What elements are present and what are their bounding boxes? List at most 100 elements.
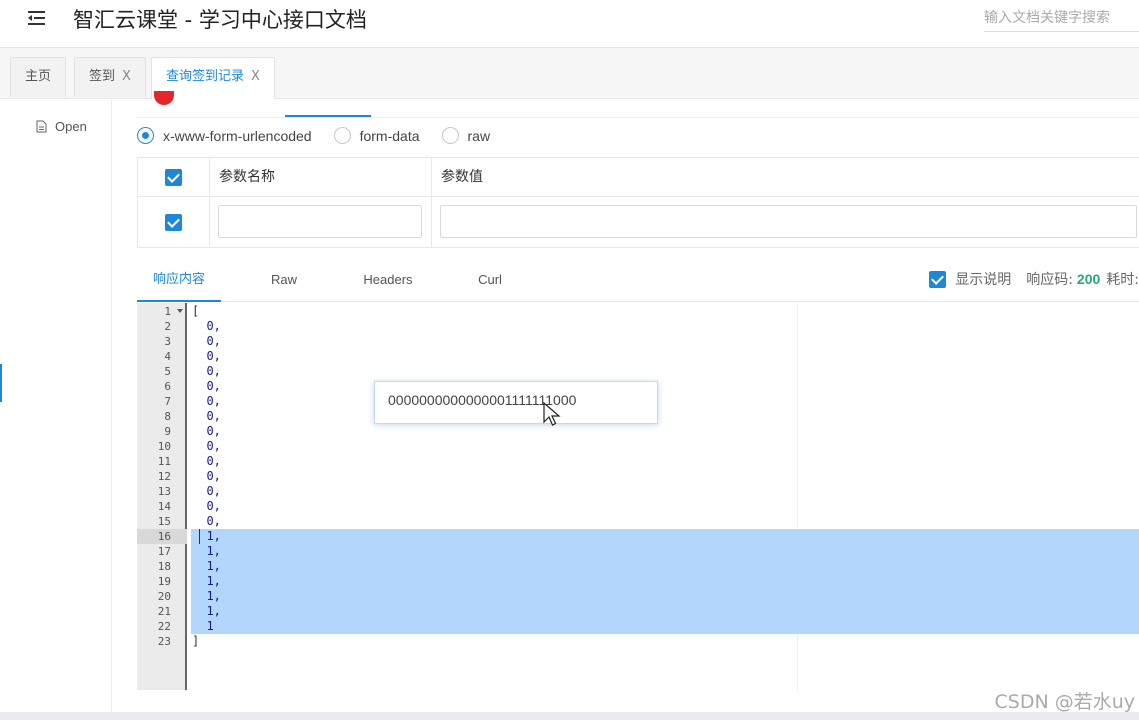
line-number: 3: [164, 335, 171, 348]
code-line: 0,: [192, 514, 221, 528]
sidebar: Open: [0, 99, 112, 712]
radio-label: raw: [467, 127, 491, 144]
code-line: 0,: [192, 424, 221, 438]
code-line: [: [192, 304, 200, 318]
time-label: 耗时:: [1106, 272, 1139, 288]
line-number: 14: [157, 500, 171, 513]
watermark: CSDN @若水uy: [994, 691, 1136, 713]
radio-circle: [333, 127, 351, 144]
row-check-cell: [138, 197, 210, 248]
response-meta: 显示说明 响应码: 200 耗时:: [929, 269, 1139, 289]
tab-label: 签到: [89, 69, 116, 84]
code-line: 1,: [192, 529, 221, 543]
param-value-input[interactable]: [440, 205, 1137, 238]
row-checkbox[interactable]: [165, 214, 182, 231]
top-bar: 智汇云课堂 - 学习中心接口文档: [0, 0, 1139, 48]
line-number: 2: [164, 320, 171, 333]
show-desc-checkbox[interactable]: [929, 270, 947, 288]
body-type-radio-group: x-www-form-urlencoded form-data raw: [137, 127, 512, 144]
select-all-checkbox[interactable]: [165, 168, 182, 186]
divider: [137, 117, 1139, 118]
status-code-value: 200: [1076, 271, 1101, 287]
code-line: 0,: [192, 469, 221, 483]
bottom-strip: [0, 712, 1139, 720]
show-desc-label: 显示说明: [955, 272, 1012, 288]
fold-arrow-icon[interactable]: [177, 309, 183, 313]
tab-headers[interactable]: Headers: [349, 262, 427, 302]
line-number: 5: [164, 365, 171, 378]
header-check-cell: [138, 158, 210, 196]
code-line: 0,: [192, 394, 221, 408]
line-number: 7: [164, 395, 171, 408]
tab-response-content[interactable]: 响应内容: [137, 262, 221, 302]
line-number: 17: [157, 545, 171, 558]
line-number: 12: [157, 470, 171, 483]
sidebar-item-label: Open: [55, 119, 87, 134]
code-line: 0,: [192, 349, 221, 363]
line-number: 15: [157, 515, 171, 528]
radio-raw[interactable]: raw: [441, 127, 491, 144]
sidebar-item-open[interactable]: Open: [36, 119, 87, 134]
line-number: 1: [164, 305, 171, 318]
param-name-cell: [210, 197, 432, 248]
response-tabs: 响应内容 Raw Headers Curl 显示说明 响应码: 200 耗时:: [137, 262, 1139, 302]
table-row: [138, 197, 1139, 248]
line-number: 21: [157, 605, 171, 618]
code-line: 0,: [192, 364, 221, 378]
column-header-value: 参数值: [441, 169, 483, 185]
tab-curl[interactable]: Curl: [461, 262, 519, 302]
code-line: ]: [192, 634, 200, 648]
line-number: 13: [157, 485, 171, 498]
code-line: 1,: [192, 589, 221, 603]
param-name-input[interactable]: [218, 205, 422, 238]
line-number: 20: [157, 590, 171, 603]
tab-label: 查询签到记录: [166, 69, 245, 84]
line-number: 9: [164, 425, 171, 438]
column-header-name: 参数名称: [210, 158, 432, 196]
line-number: 11: [157, 455, 171, 468]
line-number: 10: [157, 440, 171, 453]
selection-highlight: [191, 529, 1139, 634]
tab-signin[interactable]: 签到 X: [74, 57, 146, 97]
table-header-row: 参数名称 参数值: [138, 158, 1139, 197]
line-number: 23: [157, 635, 171, 648]
code-line: 1,: [192, 604, 221, 618]
code-area[interactable]: [ 0, 0, 0, 0, 0, 0, 0, 0, 0, 0, 0, 0, 0,…: [189, 303, 1139, 690]
response-code-editor[interactable]: 1 2 3 4 5 6 7 8 9 10 11 12 13 14 15 16 17 18 19 20 21 22 23 [ …: [137, 303, 1139, 690]
line-number: 4: [164, 350, 171, 363]
line-number: 22: [157, 620, 171, 633]
tab-label: 主页: [25, 69, 52, 84]
code-line: 0,: [192, 499, 221, 513]
method-badge: [154, 91, 174, 105]
code-line: 1: [192, 619, 214, 633]
close-icon[interactable]: X: [122, 69, 131, 84]
menu-fold-icon[interactable]: [26, 8, 48, 28]
value-popup[interactable]: 0000000000000001111111000: [374, 381, 658, 424]
status-code-label: 响应码:: [1026, 272, 1073, 288]
mouse-pointer-icon: [543, 402, 561, 426]
scroll-indicator: [0, 364, 2, 402]
code-line: 0,: [192, 409, 221, 423]
close-icon[interactable]: X: [251, 69, 260, 84]
code-line: 0,: [192, 454, 221, 468]
line-number-gutter: 1 2 3 4 5 6 7 8 9 10 11 12 13 14 15 16 17 18 19 20 21 22 23: [137, 303, 187, 690]
code-line: 0,: [192, 379, 221, 393]
line-number: 16: [157, 530, 171, 543]
tab-raw[interactable]: Raw: [249, 262, 319, 302]
document-icon: [36, 120, 47, 133]
code-line: 1,: [192, 574, 221, 588]
code-line: 1,: [192, 544, 221, 558]
code-line: 0,: [192, 334, 221, 348]
code-line: 0,: [192, 439, 221, 453]
code-line: 0,: [192, 319, 221, 333]
radio-circle: [137, 127, 154, 144]
radio-urlencoded[interactable]: x-www-form-urlencoded: [137, 127, 312, 144]
doc-search-input[interactable]: [984, 4, 1139, 32]
code-line: 0,: [192, 484, 221, 498]
line-number: 8: [164, 410, 171, 423]
code-line: 1,: [192, 559, 221, 573]
app-title: 智汇云课堂 - 学习中心接口文档: [73, 8, 367, 32]
radio-form-data[interactable]: form-data: [333, 127, 420, 144]
params-table: 参数名称 参数值: [137, 157, 1139, 248]
tab-home[interactable]: 主页: [10, 57, 67, 97]
